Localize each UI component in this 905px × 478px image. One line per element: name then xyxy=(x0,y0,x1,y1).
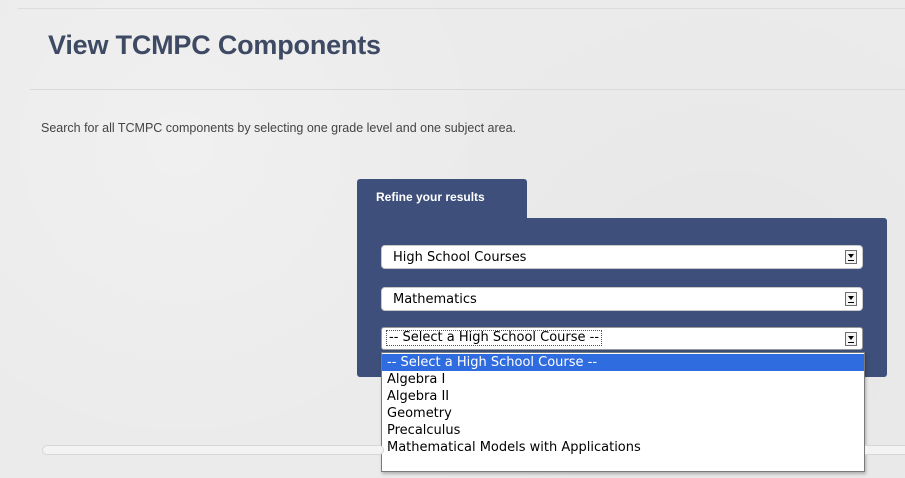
dropdown-option[interactable]: Precalculus xyxy=(382,422,864,439)
page-title: View TCMPC Components xyxy=(48,30,381,60)
chevron-down-icon[interactable] xyxy=(845,292,857,306)
page-background: View TCMPC Components Search for all TCM… xyxy=(0,0,905,478)
bottom-scrollbar[interactable] xyxy=(42,445,384,455)
grade-level-select-value: High School Courses xyxy=(393,250,527,265)
top-divider xyxy=(18,8,905,9)
dropdown-option[interactable]: Mathematical Models with Applications xyxy=(382,439,864,456)
dropdown-option[interactable]: Algebra I xyxy=(382,371,864,388)
dropdown-option[interactable]: Algebra II xyxy=(382,388,864,405)
bottom-scrollbar-track xyxy=(865,445,905,455)
intro-text: Search for all TCMPC components by selec… xyxy=(41,121,517,135)
title-divider xyxy=(30,89,905,90)
refine-tab: Refine your results xyxy=(357,179,527,219)
course-dropdown-list: -- Select a High School Course -- Algebr… xyxy=(381,352,865,472)
course-select[interactable]: -- Select a High School Course -- xyxy=(381,327,863,350)
dropdown-option[interactable]: -- Select a High School Course -- xyxy=(382,354,864,371)
subject-area-select[interactable]: Mathematics xyxy=(381,287,863,311)
refine-tab-label: Refine your results xyxy=(376,190,485,204)
course-select-value: -- Select a High School Course -- xyxy=(385,330,603,346)
chevron-down-icon[interactable] xyxy=(845,332,857,346)
grade-level-select[interactable]: High School Courses xyxy=(381,245,863,269)
dropdown-option[interactable]: Geometry xyxy=(382,405,864,422)
chevron-down-icon[interactable] xyxy=(845,250,857,264)
subject-area-select-value: Mathematics xyxy=(393,292,477,307)
